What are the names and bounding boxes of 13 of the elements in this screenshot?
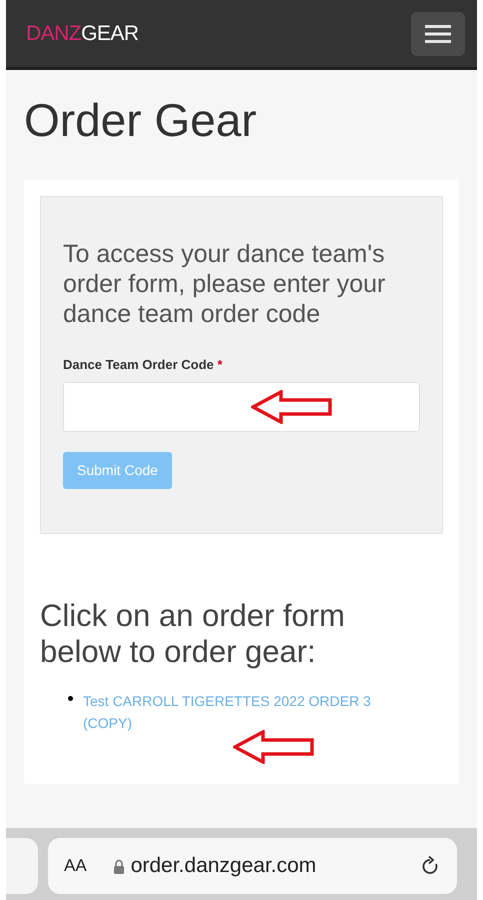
text-size-button[interactable]: AA	[64, 853, 87, 879]
field-label: Dance Team Order Code *	[63, 356, 224, 374]
logo[interactable]: DANZGEAR	[26, 18, 138, 50]
menu-button[interactable]	[411, 12, 465, 56]
lock-icon	[112, 858, 125, 874]
section-heading: Click on an order form below to order gear:	[40, 598, 346, 670]
menu-icon	[425, 24, 451, 42]
address-bar[interactable]: AA order.danzgear.com	[48, 838, 457, 894]
order-code-field[interactable]	[63, 382, 420, 432]
page-title: Order Gear	[24, 93, 258, 148]
bullet-icon	[68, 696, 73, 701]
url-text: order.danzgear.com	[130, 853, 316, 880]
intro-text: To access your dance team's order form, please enter your dance team order code	[63, 238, 386, 328]
